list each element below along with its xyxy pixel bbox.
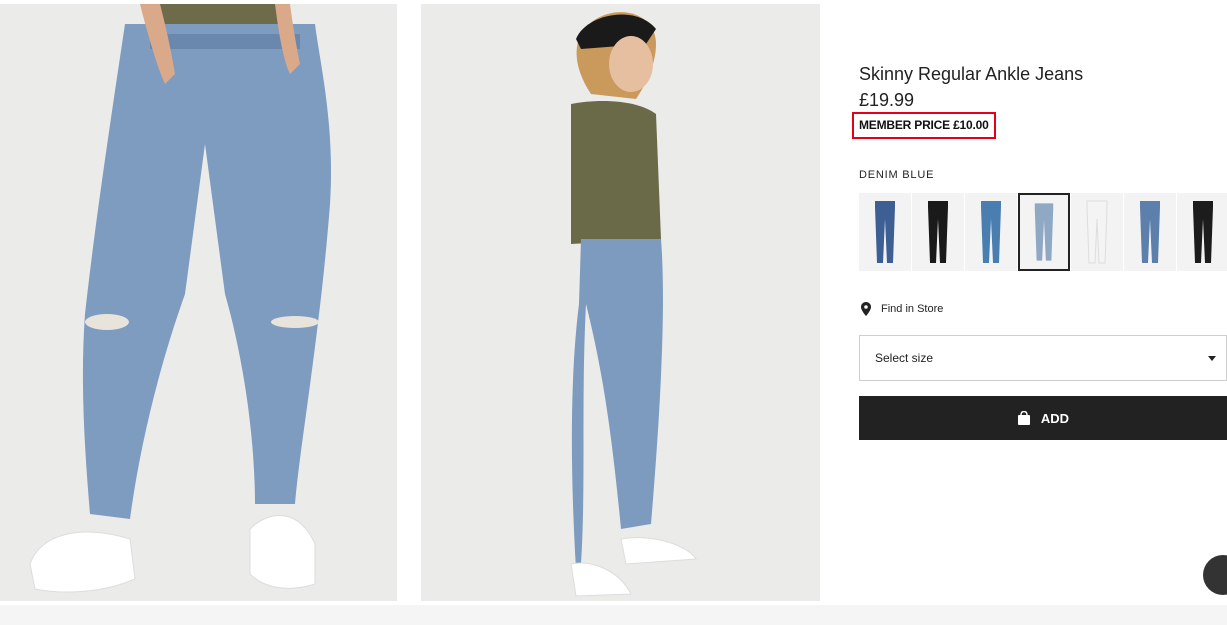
color-swatch-white[interactable] (1071, 193, 1123, 271)
swatch-jeans-image (912, 193, 964, 271)
product-image-side[interactable] (421, 4, 820, 601)
member-price: MEMBER PRICE £10.00 (859, 118, 989, 132)
color-swatches (859, 193, 1227, 271)
add-to-bag-button[interactable]: ADD (859, 396, 1227, 440)
size-select-placeholder: Select size (875, 351, 934, 365)
product-price: £19.99 (859, 90, 915, 110)
swatch-jeans-image (1124, 193, 1176, 271)
color-swatch-black[interactable] (912, 193, 964, 271)
color-label: DENIM BLUE (859, 169, 935, 181)
color-swatch-mid-blue[interactable] (1124, 193, 1176, 271)
find-in-store-link[interactable]: Find in Store (861, 302, 943, 316)
footer-strip (0, 605, 1227, 625)
caret-down-icon (1208, 355, 1216, 361)
location-pin-icon (861, 302, 871, 316)
add-button-label: ADD (1040, 410, 1070, 426)
swatch-jeans-image (1071, 193, 1123, 271)
shopping-bag-icon (1017, 411, 1030, 425)
color-swatch-black-2[interactable] (1177, 193, 1227, 271)
swatch-jeans-image (859, 193, 911, 271)
swatch-jeans-image (1020, 196, 1068, 268)
find-in-store-label: Find in Store (881, 303, 944, 315)
product-image-front[interactable] (0, 4, 397, 601)
swatch-jeans-image (965, 193, 1017, 271)
color-swatch-dark-blue[interactable] (859, 193, 911, 271)
swatch-jeans-image (1177, 193, 1227, 271)
product-title: Skinny Regular Ankle Jeans (859, 64, 1084, 84)
product-panel: Skinny Regular Ankle Jeans £19.99 MEMBER… (852, 0, 1227, 625)
model-side-illustration (421, 4, 820, 601)
jeans-front-illustration (0, 4, 397, 601)
color-swatch-ripped-blue[interactable] (965, 193, 1017, 271)
color-swatch-denim-blue[interactable] (1018, 193, 1070, 271)
size-select[interactable]: Select size (859, 335, 1227, 381)
